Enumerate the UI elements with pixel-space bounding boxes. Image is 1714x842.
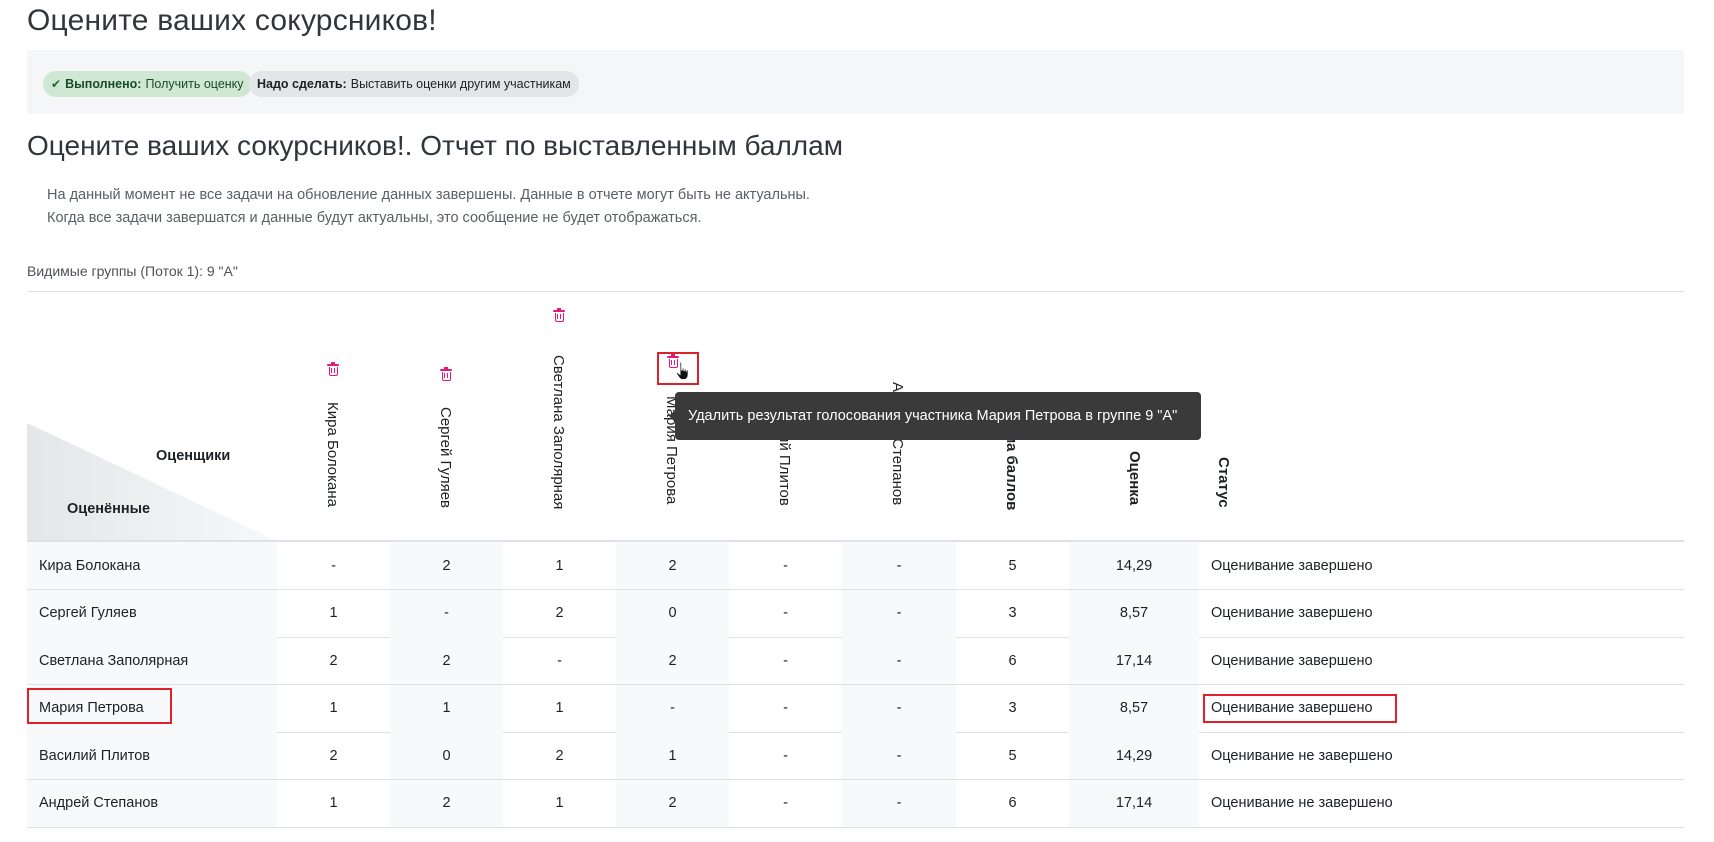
table-row: Светлана Заполярная 2 2 - 2 - - 6 17,14 Оценивани…	[27, 637, 1684, 685]
report-title: Оцените ваших сокурсников!. Отчет по выс…	[27, 130, 843, 161]
page-title: Оцените ваших сокурсников!	[27, 4, 437, 37]
column-label: Сергей Гуляев	[437, 407, 454, 509]
notice-line-2: Когда все задачи завершатся и данные буд…	[47, 210, 702, 226]
sum-cell: 3	[1008, 700, 1017, 716]
score-cell: 1	[616, 732, 729, 779]
todo-value: Выставить оценки другим участникам	[350, 77, 571, 91]
score-cell: -	[842, 779, 956, 827]
score-cell: -	[783, 795, 788, 811]
score-cell: -	[616, 684, 729, 732]
completion-todo-badge: Надо сделать: Выставить оценки другим уч…	[249, 71, 579, 97]
row-student-name: Светлана Заполярная	[27, 637, 277, 684]
divider	[27, 291, 1684, 292]
visible-groups-value: 9 "А"	[206, 263, 238, 279]
delete-votes-icon[interactable]	[552, 308, 566, 325]
score-cell: 1	[329, 700, 338, 716]
score-cell: -	[783, 605, 788, 621]
corner-graded-label: Оценённые	[67, 501, 151, 517]
corner-graders-label: Оценщики	[156, 448, 231, 464]
table-row: Василий Плитов 2 0 2 1 - - 5 14,29 Оценивание не …	[27, 732, 1684, 780]
score-cell: -	[331, 557, 336, 574]
visible-groups: Видимые группы (Поток 1): 9 "А"	[27, 263, 238, 279]
status-cell: Оценивание не завершено	[1211, 795, 1393, 811]
done-label: Выполнено:	[65, 77, 142, 91]
score-cell: 0	[390, 732, 503, 779]
delete-votes-icon[interactable]	[439, 367, 453, 384]
score-cell: 2	[329, 652, 338, 669]
visible-groups-label: Видимые группы (Поток 1):	[27, 263, 203, 279]
score-cell: 1	[329, 795, 338, 811]
grade-cell: 8,57	[1069, 589, 1199, 637]
delete-votes-icon[interactable]	[326, 362, 340, 379]
score-cell: 2	[616, 637, 729, 684]
table-corner-diagonal	[27, 423, 277, 541]
score-cell: -	[390, 589, 503, 637]
row-student-name: Василий Плитов	[27, 732, 277, 779]
column-label: Кира Болокана	[324, 402, 341, 507]
status-cell: Оценивание завершено	[1211, 557, 1373, 574]
activity-completion: ✔ Выполнено: Получить оценку Надо сделат…	[27, 50, 1684, 114]
table-row: Мария Петрова 1 1 1 - - - 3 8,57 Оценивание завер…	[27, 684, 1684, 733]
score-cell: 2	[390, 637, 503, 684]
score-cell: -	[842, 684, 956, 732]
column-label: Светлана Заполярная	[550, 355, 567, 510]
score-cell: -	[842, 732, 956, 779]
score-cell: -	[783, 747, 788, 764]
score-cell: 1	[390, 684, 503, 732]
todo-label: Надо сделать:	[257, 77, 347, 91]
score-cell: -	[842, 542, 956, 589]
score-cell: 2	[616, 779, 729, 827]
column-label: Статус	[1215, 457, 1232, 508]
score-cell: 2	[329, 747, 338, 764]
score-cell: 2	[390, 779, 503, 827]
score-cell: 2	[616, 542, 729, 589]
row-student-name: Кира Болокана	[27, 542, 277, 589]
score-cell: -	[783, 652, 788, 669]
score-cell: -	[783, 700, 788, 716]
done-value: Получить оценку	[145, 77, 244, 91]
sum-cell: 5	[1008, 557, 1017, 574]
score-cell: 2	[555, 747, 564, 764]
status-cell: Оценивание завершено	[1211, 700, 1373, 716]
score-cell: 1	[555, 795, 564, 811]
column-label: Оценка	[1126, 451, 1143, 506]
check-icon: ✔	[51, 77, 62, 91]
score-cell: 1	[329, 605, 338, 621]
completion-done-badge: ✔ Выполнено: Получить оценку	[43, 71, 252, 97]
grade-cell: 17,14	[1069, 637, 1199, 684]
grade-cell: 14,29	[1069, 542, 1199, 589]
table-row: Андрей Степанов 1 2 1 2 - - 6 17,14 Оценивание не…	[27, 779, 1684, 828]
score-cell: 2	[555, 605, 564, 621]
grade-cell: 17,14	[1069, 779, 1199, 827]
table-row: Кира Болокана - 2 1 2 - - 5 14,29 Оценивание заве…	[27, 542, 1684, 590]
sum-cell: 3	[1008, 605, 1017, 621]
row-student-name: Мария Петрова	[27, 684, 277, 732]
sum-cell: 6	[1008, 652, 1017, 669]
row-student-name: Андрей Степанов	[27, 779, 277, 827]
sum-cell: 6	[1008, 795, 1017, 811]
hand-pointer-icon	[676, 361, 689, 381]
row-student-name: Сергей Гуляев	[27, 589, 277, 637]
score-cell: 0	[616, 589, 729, 637]
tooltip: Удалить результат голосования участника …	[669, 392, 1201, 440]
grade-cell: 14,29	[1069, 732, 1199, 779]
score-cell: -	[557, 652, 562, 669]
grade-cell: 8,57	[1069, 684, 1199, 732]
score-cell: -	[842, 637, 956, 684]
status-cell: Оценивание завершено	[1211, 605, 1373, 621]
score-cell: 1	[555, 700, 564, 716]
score-cell: -	[783, 557, 788, 574]
table-row: Сергей Гуляев 1 - 2 0 - - 3 8,57 Оценивание завер…	[27, 589, 1684, 638]
sum-cell: 5	[1008, 747, 1017, 764]
score-cell: 1	[555, 557, 564, 574]
status-cell: Оценивание не завершено	[1211, 747, 1393, 764]
notice-line-1: На данный момент не все задачи на обновл…	[47, 187, 810, 203]
score-cell: 2	[390, 542, 503, 589]
status-cell: Оценивание завершено	[1211, 652, 1373, 669]
score-cell: -	[842, 589, 956, 637]
